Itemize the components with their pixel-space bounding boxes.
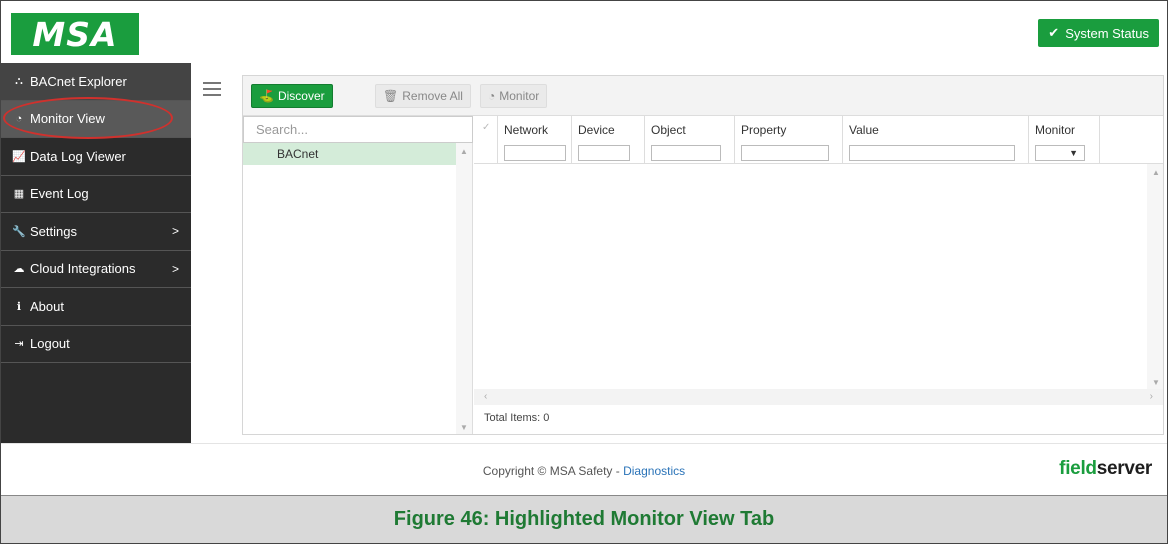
sidebar: ⛬ BACnet Explorer ◔ Monitor View 📈 Data …	[1, 63, 191, 443]
line-chart-icon: 📈	[12, 150, 26, 163]
grid-body	[474, 164, 1163, 389]
column-value[interactable]: Value	[843, 116, 1029, 164]
sidebar-item-logout[interactable]: ⇥ Logout	[1, 326, 191, 363]
device-tree: Search... BACnet ▲ ▼	[243, 116, 473, 434]
scroll-up-icon[interactable]: ▲	[1152, 168, 1160, 177]
column-property[interactable]: Property	[735, 116, 843, 164]
logo-part-field: field	[1059, 458, 1097, 479]
remove-all-label: Remove All	[402, 89, 463, 103]
value-filter-input[interactable]	[849, 145, 1015, 161]
scroll-left-icon[interactable]: ‹	[484, 391, 487, 402]
chevron-down-icon: ▼	[1069, 148, 1078, 158]
column-label: Network	[504, 123, 549, 137]
property-filter-input[interactable]	[741, 145, 829, 161]
logo-text: MSA	[32, 14, 118, 54]
tree-item-bacnet[interactable]: BACnet	[243, 143, 457, 165]
grid-header: ✓ Network Device Object Property Value M…	[474, 116, 1163, 164]
column-device[interactable]: Device	[572, 116, 645, 164]
info-icon: ℹ	[16, 300, 22, 313]
copyright-label: Copyright © MSA Safety -	[482, 464, 624, 478]
grid-horizontal-scrollbar[interactable]: ‹ ›	[474, 389, 1163, 405]
chevron-right-icon: >	[171, 224, 179, 239]
column-network[interactable]: Network	[498, 116, 572, 164]
toolbar: ⛳ Discover 🗑 Remove All ◔ Monitor	[243, 76, 1163, 116]
scroll-down-icon[interactable]: ▼	[1152, 378, 1160, 387]
column-label: Device	[578, 123, 615, 137]
column-object[interactable]: Object	[645, 116, 735, 164]
network-filter-input[interactable]	[504, 145, 566, 161]
chevron-right-icon: >	[171, 261, 179, 276]
sidebar-item-label: Logout	[30, 336, 70, 352]
scroll-right-icon[interactable]: ›	[1150, 391, 1153, 402]
column-label: Monitor	[1035, 123, 1076, 137]
copyright-text: Copyright © MSA Safety - Diagnostics	[1, 464, 1167, 478]
sidebar-item-bacnet-explorer[interactable]: ⛬ BACnet Explorer	[1, 63, 191, 101]
logo-part-server: server	[1096, 458, 1153, 479]
monitor-filter-select[interactable]: ▼	[1035, 145, 1085, 161]
sidebar-item-label: Data Log Viewer	[30, 148, 126, 164]
search-input[interactable]: Search...	[243, 116, 473, 143]
wrench-icon: 🔧	[12, 225, 26, 238]
sidebar-item-label: Monitor View	[30, 111, 105, 127]
sidebar-item-settings[interactable]: 🔧 Settings >	[1, 213, 191, 251]
scroll-up-icon[interactable]: ▲	[460, 147, 468, 156]
sidebar-item-label: Event Log	[30, 186, 89, 202]
object-filter-input[interactable]	[651, 145, 721, 161]
grid-vertical-scrollbar[interactable]: ▲ ▼	[1147, 164, 1163, 405]
sidebar-item-about[interactable]: ℹ About	[1, 288, 191, 326]
sidebar-item-label: Cloud Integrations	[30, 261, 136, 277]
column-label: Property	[741, 123, 787, 137]
sign-out-icon: ⇥	[14, 338, 24, 351]
remove-all-button[interactable]: 🗑 Remove All	[375, 84, 471, 108]
tachometer-icon: ◔	[15, 112, 23, 125]
system-status-label: System Status	[1065, 25, 1149, 41]
sidebar-item-label: BACnet Explorer	[30, 73, 127, 89]
system-status-button[interactable]: ✔ System Status	[1038, 19, 1159, 47]
sidebar-item-data-log-viewer[interactable]: 📈 Data Log Viewer	[1, 138, 191, 176]
tree-scrollbar[interactable]: ▲ ▼	[456, 143, 472, 434]
header: MSA ✔ System Status	[1, 1, 1167, 63]
calendar-icon: ▦	[13, 188, 25, 201]
tachometer-icon: ◔	[488, 89, 496, 103]
column-label: Object	[651, 123, 686, 137]
footer: Copyright © MSA Safety - Diagnostics fie…	[1, 443, 1167, 495]
msa-logo[interactable]: MSA	[11, 13, 139, 55]
monitor-button[interactable]: ◔ Monitor	[480, 84, 548, 108]
explorer-panel: ⛳ Discover 🗑 Remove All ◔ Monitor Search…	[242, 75, 1164, 435]
checkbox-icon[interactable]: ✓	[482, 122, 490, 133]
sitemap-icon: ⛬	[15, 74, 23, 87]
sidebar-item-cloud-integrations[interactable]: ☁ Cloud Integrations >	[1, 251, 191, 288]
column-label: Value	[849, 123, 879, 137]
discover-label: Discover	[277, 89, 325, 103]
check-icon: ✔	[1048, 25, 1060, 40]
fieldserver-logo: fieldserver	[1059, 458, 1152, 480]
sidebar-item-event-log[interactable]: ▦ Event Log	[1, 176, 191, 213]
sidebar-item-label: Settings	[30, 223, 77, 239]
device-filter-input[interactable]	[578, 145, 630, 161]
select-column: ✓	[474, 116, 498, 164]
column-monitor[interactable]: Monitor ▼	[1029, 116, 1100, 164]
figure-caption: Figure 46: Highlighted Monitor View Tab	[1, 495, 1167, 543]
total-items: Total Items: 0	[484, 412, 550, 424]
scroll-down-icon[interactable]: ▼	[460, 423, 468, 432]
monitor-label: Monitor	[499, 89, 540, 103]
discover-button[interactable]: ⛳ Discover	[251, 84, 333, 108]
cloud-icon: ☁	[13, 263, 25, 276]
hamburger-menu-icon[interactable]	[203, 82, 221, 96]
sidebar-item-label: About	[30, 298, 64, 314]
diagnostics-link[interactable]: Diagnostics	[623, 464, 685, 478]
trash-icon: 🗑	[383, 89, 399, 103]
sidebar-item-monitor-view[interactable]: ◔ Monitor View	[1, 100, 191, 138]
monitor-grid: ✓ Network Device Object Property Value M…	[474, 116, 1163, 434]
binoculars-icon: ⛳	[259, 89, 274, 103]
